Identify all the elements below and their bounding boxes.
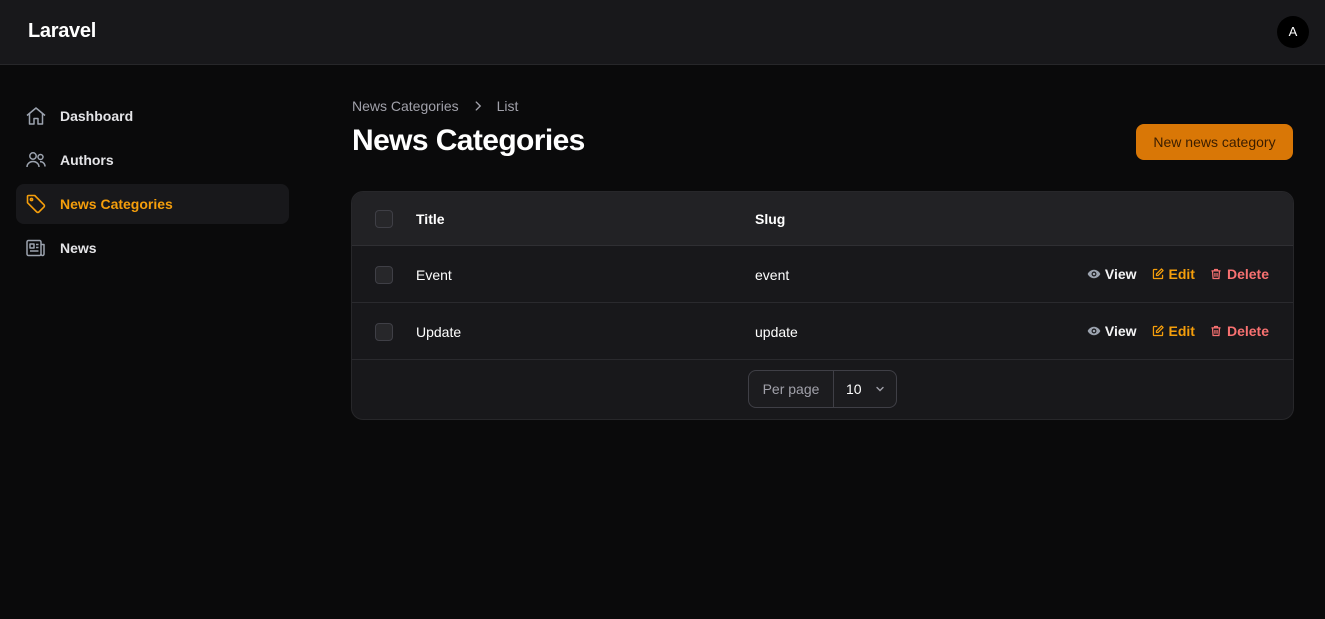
newspaper-icon <box>24 236 48 260</box>
row-checkbox[interactable] <box>375 266 393 284</box>
view-label: View <box>1104 323 1137 339</box>
sidebar-item-label: News Categories <box>60 196 173 212</box>
top-bar: Laravel A <box>0 0 1325 65</box>
sidebar-item-label: Dashboard <box>60 108 134 124</box>
delete-label: Delete <box>1226 266 1269 282</box>
sidebar-item-news[interactable]: News <box>16 228 289 268</box>
sidebar: Dashboard Authors News Categories News <box>16 96 289 272</box>
per-page-label: Per page <box>749 371 834 407</box>
chevron-down-icon <box>875 386 884 392</box>
table-header: Title Slug <box>352 192 1293 246</box>
user-avatar[interactable]: A <box>1277 16 1309 48</box>
table-row: Event event View Edit Delete <box>352 246 1293 303</box>
breadcrumb-parent[interactable]: News Categories <box>352 98 459 114</box>
row-title: Update <box>416 324 462 340</box>
sidebar-item-dashboard[interactable]: Dashboard <box>16 96 289 136</box>
pencil-square-icon <box>1152 268 1164 280</box>
sidebar-item-authors[interactable]: Authors <box>16 140 289 180</box>
row-actions: View Edit Delete <box>1073 266 1269 282</box>
delete-action[interactable]: Delete <box>1209 323 1269 339</box>
breadcrumb: News Categories List <box>352 98 518 114</box>
per-page-value: 10 <box>846 381 862 397</box>
pencil-square-icon <box>1152 325 1164 337</box>
column-header-slug[interactable]: Slug <box>755 211 785 227</box>
edit-label: Edit <box>1168 323 1195 339</box>
eye-icon <box>1087 326 1101 336</box>
view-label: View <box>1104 266 1137 282</box>
edit-action[interactable]: Edit <box>1151 266 1195 282</box>
per-page-select[interactable]: 10 <box>834 371 896 407</box>
select-all-checkbox[interactable] <box>375 210 393 228</box>
page-title: News Categories <box>352 124 585 157</box>
row-title: Event <box>416 267 452 283</box>
sidebar-item-label: Authors <box>60 152 114 168</box>
row-slug: update <box>755 324 798 340</box>
view-action[interactable]: View <box>1087 266 1137 282</box>
edit-action[interactable]: Edit <box>1151 323 1195 339</box>
row-slug: event <box>755 267 790 283</box>
delete-action[interactable]: Delete <box>1209 266 1269 282</box>
news-categories-table: Title Slug Event event View Edit Delete … <box>351 191 1294 420</box>
view-action[interactable]: View <box>1087 323 1137 339</box>
trash-icon <box>1211 268 1221 280</box>
row-actions: View Edit Delete <box>1073 323 1269 339</box>
home-icon <box>24 104 48 128</box>
users-icon <box>24 148 48 172</box>
breadcrumb-current: List <box>496 98 519 114</box>
edit-label: Edit <box>1168 266 1195 282</box>
chevron-right-icon <box>475 101 481 111</box>
trash-icon <box>1211 325 1221 337</box>
brand-logo[interactable]: Laravel <box>28 20 96 43</box>
table-row: Update update View Edit Delete <box>352 303 1293 360</box>
eye-icon <box>1087 269 1101 279</box>
sidebar-item-label: News <box>60 240 97 256</box>
column-header-title[interactable]: Title <box>416 211 445 227</box>
delete-label: Delete <box>1226 323 1269 339</box>
row-checkbox[interactable] <box>375 323 393 341</box>
sidebar-item-news-categories[interactable]: News Categories <box>16 184 289 224</box>
new-news-category-button[interactable]: New news category <box>1136 124 1293 160</box>
tag-icon <box>24 192 48 216</box>
per-page-control: Per page 10 <box>748 370 897 408</box>
